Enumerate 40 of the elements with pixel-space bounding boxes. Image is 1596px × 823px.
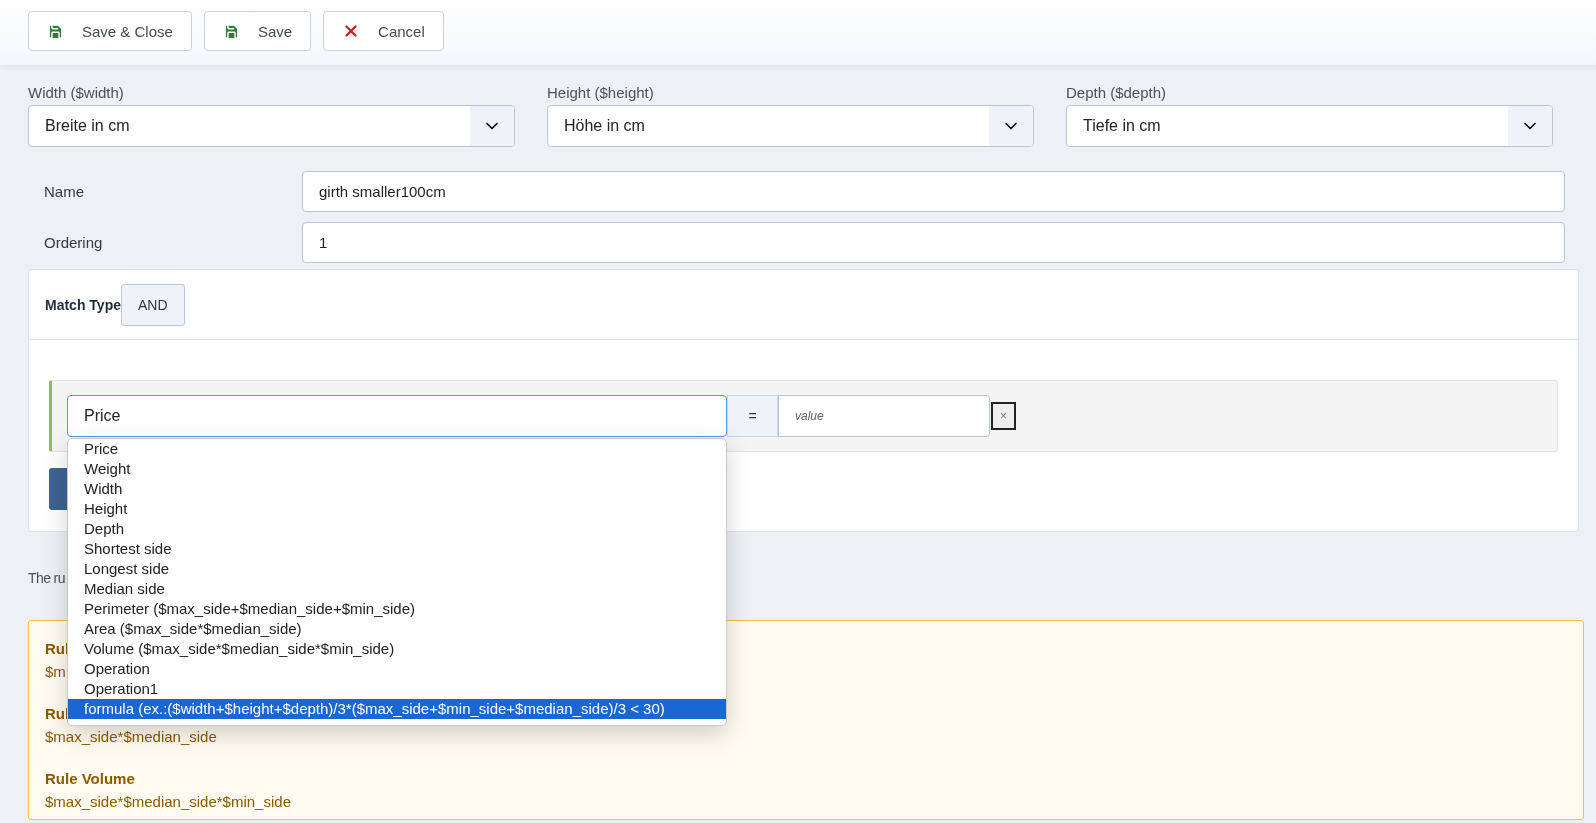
dropdown-option[interactable]: Shortest side bbox=[68, 539, 726, 559]
input-field[interactable]: 1 bbox=[302, 222, 1565, 263]
select-field[interactable]: Breite in cm bbox=[28, 105, 515, 147]
dropdown-option[interactable]: formula (ex.:($width+$height+$depth)/3*($max_side+$min_side+$median_side)/3 < 30) bbox=[68, 699, 726, 719]
save-icon bbox=[47, 22, 64, 40]
remove-button[interactable]: × bbox=[991, 402, 1016, 430]
rule-formula: $max_side*$median_side bbox=[45, 728, 217, 745]
value-input[interactable]: value bbox=[778, 395, 990, 437]
dropdown-option[interactable]: Depth bbox=[68, 519, 726, 539]
field-label: Name bbox=[44, 183, 85, 200]
field-label: Ordering bbox=[44, 234, 104, 251]
dropdown-option[interactable]: Median side bbox=[68, 579, 726, 599]
save-button[interactable]: Save bbox=[203, 11, 312, 51]
note-text: The ru bbox=[28, 570, 65, 586]
dropdown-option[interactable]: Longest side bbox=[68, 559, 726, 579]
rule-formula: $m bbox=[45, 663, 66, 680]
dropdown-option[interactable]: Price bbox=[68, 439, 726, 459]
rule-formula: $max_side*$median_side*$min_side bbox=[45, 793, 291, 810]
field-label: Width ($width) bbox=[28, 84, 125, 101]
input-field[interactable]: girth smaller100cm bbox=[302, 171, 1565, 212]
dropdown-option[interactable]: Operation1 bbox=[68, 679, 726, 699]
cancel-button[interactable]: Cancel bbox=[323, 11, 444, 51]
select-field[interactable]: Tiefe in cm bbox=[1066, 105, 1553, 147]
save-button[interactable]: Save & Close bbox=[28, 11, 192, 51]
dropdown-option[interactable]: Volume ($max_side*$median_side*$min_side) bbox=[68, 639, 726, 659]
dropdown-option[interactable]: Operation bbox=[68, 659, 726, 679]
field-label: Height ($height) bbox=[547, 84, 655, 101]
dropdown-option[interactable]: Height bbox=[68, 499, 726, 519]
rule-title: Rule Volume bbox=[45, 770, 135, 787]
match-type-label: Match Type bbox=[45, 296, 121, 313]
dropdown-option[interactable]: Weight bbox=[68, 459, 726, 479]
dropdown-option[interactable]: Area ($max_side*$median_side) bbox=[68, 619, 726, 639]
select-field[interactable]: Höhe in cm bbox=[547, 105, 1034, 147]
match-type-button[interactable]: AND bbox=[121, 283, 185, 326]
field-label: Depth ($depth) bbox=[1066, 84, 1168, 101]
dropdown-option[interactable]: Width bbox=[68, 479, 726, 499]
operator-button[interactable]: = bbox=[727, 395, 778, 437]
save-icon bbox=[222, 22, 240, 40]
dropdown-option[interactable]: Perimeter ($max_side+$median_side+$min_side) bbox=[68, 599, 726, 619]
condition-field-select[interactable]: Price bbox=[67, 395, 727, 437]
